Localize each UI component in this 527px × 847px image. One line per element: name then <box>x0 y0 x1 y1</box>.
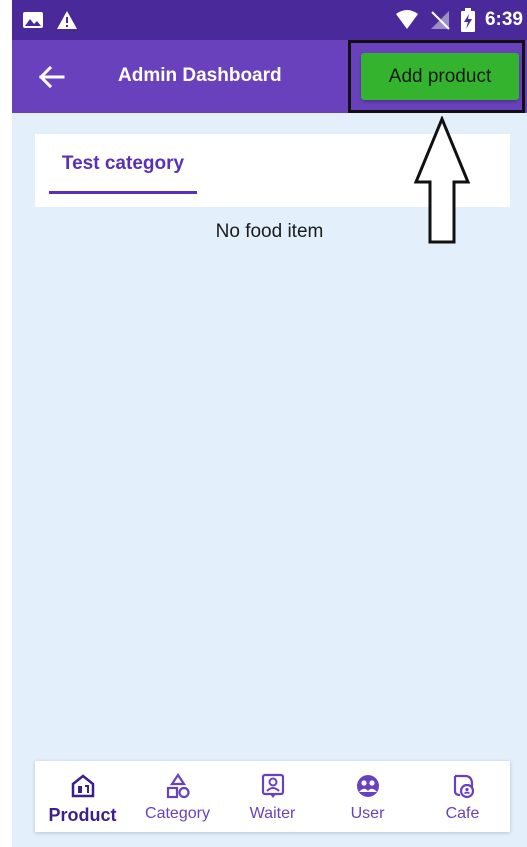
tab-indicator <box>49 191 197 194</box>
page-title: Admin Dashboard <box>118 65 282 86</box>
warning-icon <box>57 11 77 29</box>
image-icon <box>23 12 43 28</box>
no-sim-icon <box>430 11 450 30</box>
nav-item-product[interactable]: Product <box>35 761 130 832</box>
users-icon <box>356 775 379 797</box>
up-arrow-annotation-icon <box>413 116 471 244</box>
bottom-navigation: Product Category Waiter User Cafe <box>35 761 510 832</box>
shapes-icon <box>166 773 190 799</box>
nav-label-waiter: Waiter <box>249 805 296 822</box>
nav-label-cafe: Cafe <box>445 805 480 822</box>
add-product-button[interactable]: Add product <box>361 53 519 100</box>
nav-item-user[interactable]: User <box>320 761 415 832</box>
battery-charging-icon <box>460 8 475 32</box>
status-bar: 6:39 <box>12 0 527 40</box>
app-screen: 6:39 Admin Dashboard Add product Test ca… <box>12 0 527 847</box>
nav-label-category: Category <box>145 805 210 822</box>
nav-item-category[interactable]: Category <box>130 761 225 832</box>
wifi-icon <box>395 10 418 29</box>
status-time: 6:39 <box>484 9 523 30</box>
cafe-icon <box>453 774 474 799</box>
store-icon <box>71 774 94 798</box>
nav-item-waiter[interactable]: Waiter <box>225 761 320 832</box>
nav-label-product: Product <box>48 805 117 825</box>
nav-item-cafe[interactable]: Cafe <box>415 761 510 832</box>
badge-icon <box>261 773 284 798</box>
tab-test-category[interactable]: Test category <box>49 134 197 194</box>
arrow-left-icon[interactable] <box>36 62 66 92</box>
nav-label-user: User <box>350 805 385 822</box>
